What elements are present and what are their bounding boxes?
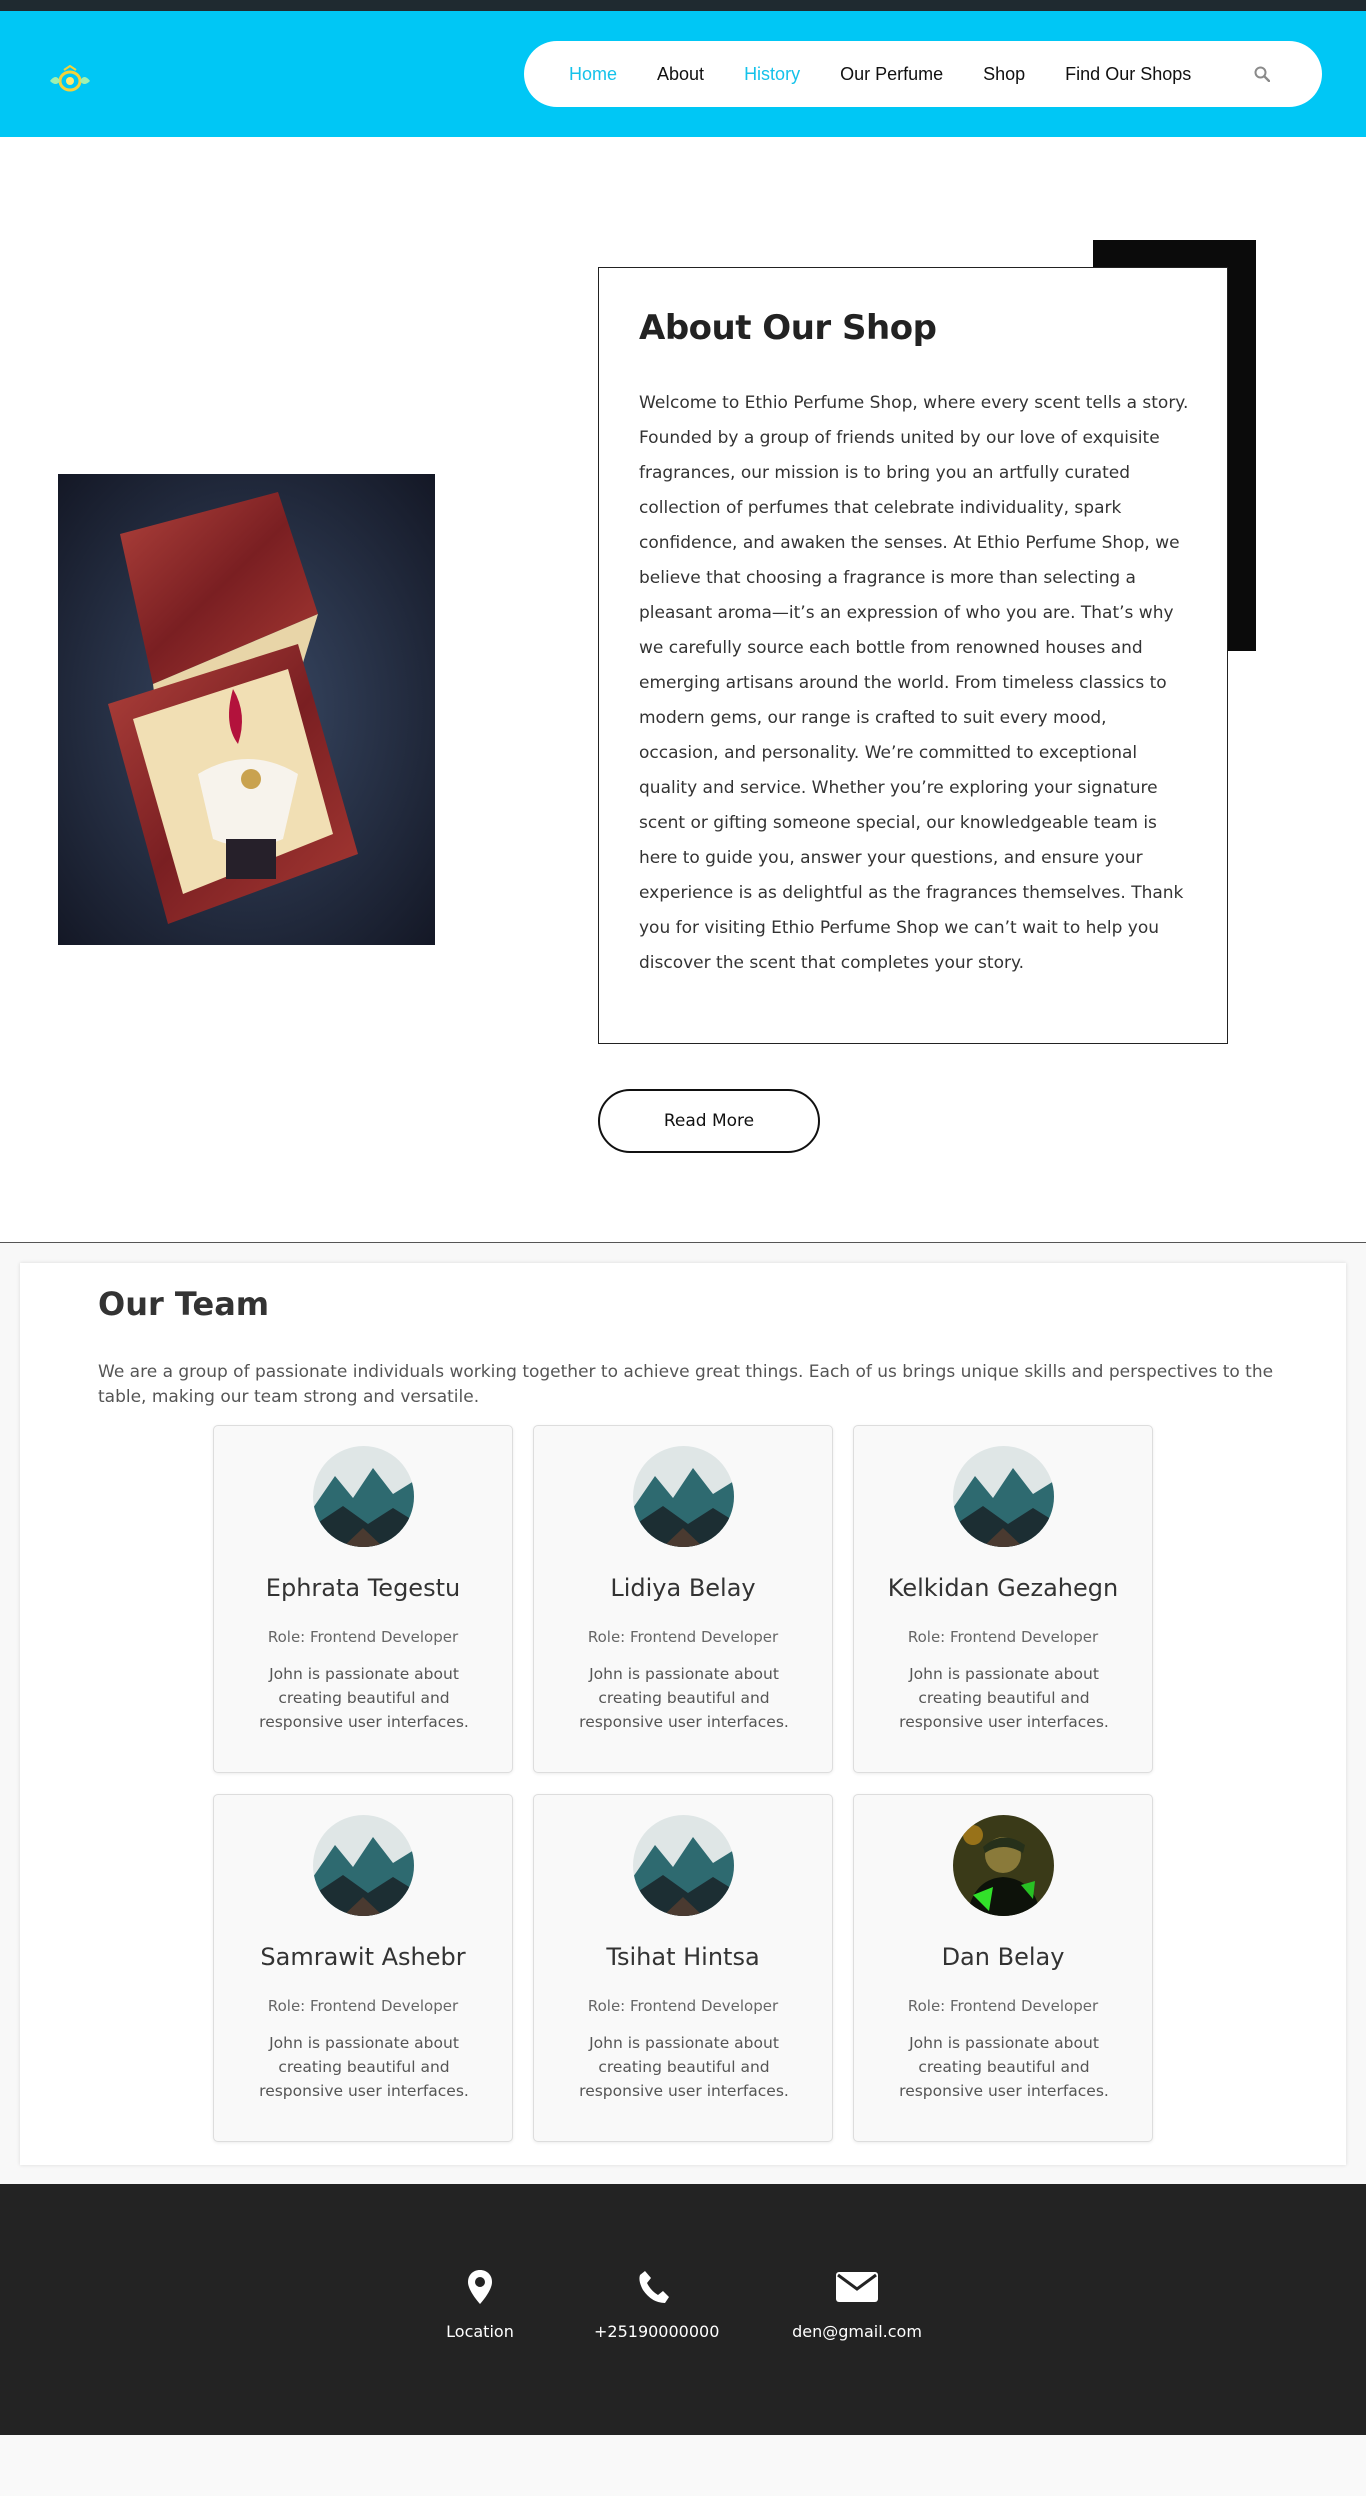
about-section: About Our Shop Welcome to Ethio Perfume … xyxy=(0,137,1366,1243)
member-description: John is passionate about creating beauti… xyxy=(259,2034,469,2100)
member-description: John is passionate about creating beauti… xyxy=(899,1665,1109,1731)
member-description: John is passionate about creating beauti… xyxy=(899,2034,1109,2100)
main-nav: Home About History Our Perfume Shop Find… xyxy=(524,41,1322,107)
nav-find-shops[interactable]: Find Our Shops xyxy=(1065,64,1191,85)
phone-icon xyxy=(638,2271,670,2308)
nav-about[interactable]: About xyxy=(657,64,704,85)
location-label: Location xyxy=(446,2322,514,2341)
envelope-icon xyxy=(836,2272,878,2308)
email-label: den@gmail.com xyxy=(792,2322,922,2341)
phone-label: +25190000000 xyxy=(594,2322,720,2341)
avatar xyxy=(633,1446,734,1547)
perfume-logo-icon[interactable] xyxy=(46,64,94,95)
team-card: Samrawit Ashebr Role: Frontend Developer… xyxy=(213,1794,513,2142)
member-role: Role: Frontend Developer xyxy=(587,1997,779,2015)
about-title: About Our Shop xyxy=(639,308,937,348)
member-name: Tsihat Hintsa xyxy=(606,1943,760,1971)
member-description: John is passionate about creating beauti… xyxy=(579,1665,789,1731)
team-card: Lidiya Belay Role: Frontend Developer Jo… xyxy=(533,1425,833,1773)
nav-home[interactable]: Home xyxy=(569,64,617,85)
member-name: Dan Belay xyxy=(941,1943,1065,1971)
team-card: Kelkidan Gezahegn Role: Frontend Develop… xyxy=(853,1425,1153,1773)
site-header: Home About History Our Perfume Shop Find… xyxy=(0,11,1366,137)
member-role: Role: Frontend Developer xyxy=(267,1997,459,2015)
about-card: About Our Shop Welcome to Ethio Perfume … xyxy=(598,267,1228,1044)
about-text: Welcome to Ethio Perfume Shop, where eve… xyxy=(639,393,1189,973)
member-role: Role: Frontend Developer xyxy=(267,1628,459,1646)
team-card: Dan Belay Role: Frontend Developer John … xyxy=(853,1794,1153,2142)
member-role: Role: Frontend Developer xyxy=(587,1628,779,1646)
section-divider xyxy=(0,1242,1366,1243)
avatar xyxy=(633,1815,734,1916)
site-footer: Location +25190000000 den@gmail.com xyxy=(0,2184,1366,2435)
read-more-button[interactable]: Read More xyxy=(598,1089,820,1153)
member-description: John is passionate about creating beauti… xyxy=(259,1665,469,1731)
nav-shop[interactable]: Shop xyxy=(983,64,1025,85)
perfume-box-image xyxy=(58,474,435,945)
team-intro: We are a group of passionate individuals… xyxy=(98,1362,1274,1407)
member-name: Samrawit Ashebr xyxy=(260,1943,466,1971)
nav-our-perfume[interactable]: Our Perfume xyxy=(840,64,943,85)
nav-history[interactable]: History xyxy=(744,64,800,85)
member-role: Role: Frontend Developer xyxy=(907,1628,1099,1646)
member-name: Lidiya Belay xyxy=(610,1574,756,1602)
contact-email[interactable]: den@gmail.com xyxy=(787,2270,927,2341)
contact-location[interactable]: Location xyxy=(440,2270,520,2341)
team-card: Tsihat Hintsa Role: Frontend Developer J… xyxy=(533,1794,833,2142)
map-pin-icon xyxy=(468,2270,492,2308)
contact-phone[interactable]: +25190000000 xyxy=(594,2270,720,2341)
member-name: Ephrata Tegestu xyxy=(265,1574,461,1602)
avatar xyxy=(313,1815,414,1916)
member-name: Kelkidan Gezahegn xyxy=(887,1574,1119,1602)
avatar xyxy=(953,1815,1054,1916)
avatar xyxy=(953,1446,1054,1547)
bottom-strip xyxy=(0,2435,1366,2496)
team-title: Our Team xyxy=(98,1285,270,1323)
team-section: Our Team We are a group of passionate in… xyxy=(20,1263,1346,2165)
member-description: John is passionate about creating beauti… xyxy=(579,2034,789,2100)
search-icon[interactable] xyxy=(1254,66,1271,83)
top-strip xyxy=(0,0,1366,11)
member-role: Role: Frontend Developer xyxy=(907,1997,1099,2015)
team-card: Ephrata Tegestu Role: Frontend Developer… xyxy=(213,1425,513,1773)
avatar xyxy=(313,1446,414,1547)
